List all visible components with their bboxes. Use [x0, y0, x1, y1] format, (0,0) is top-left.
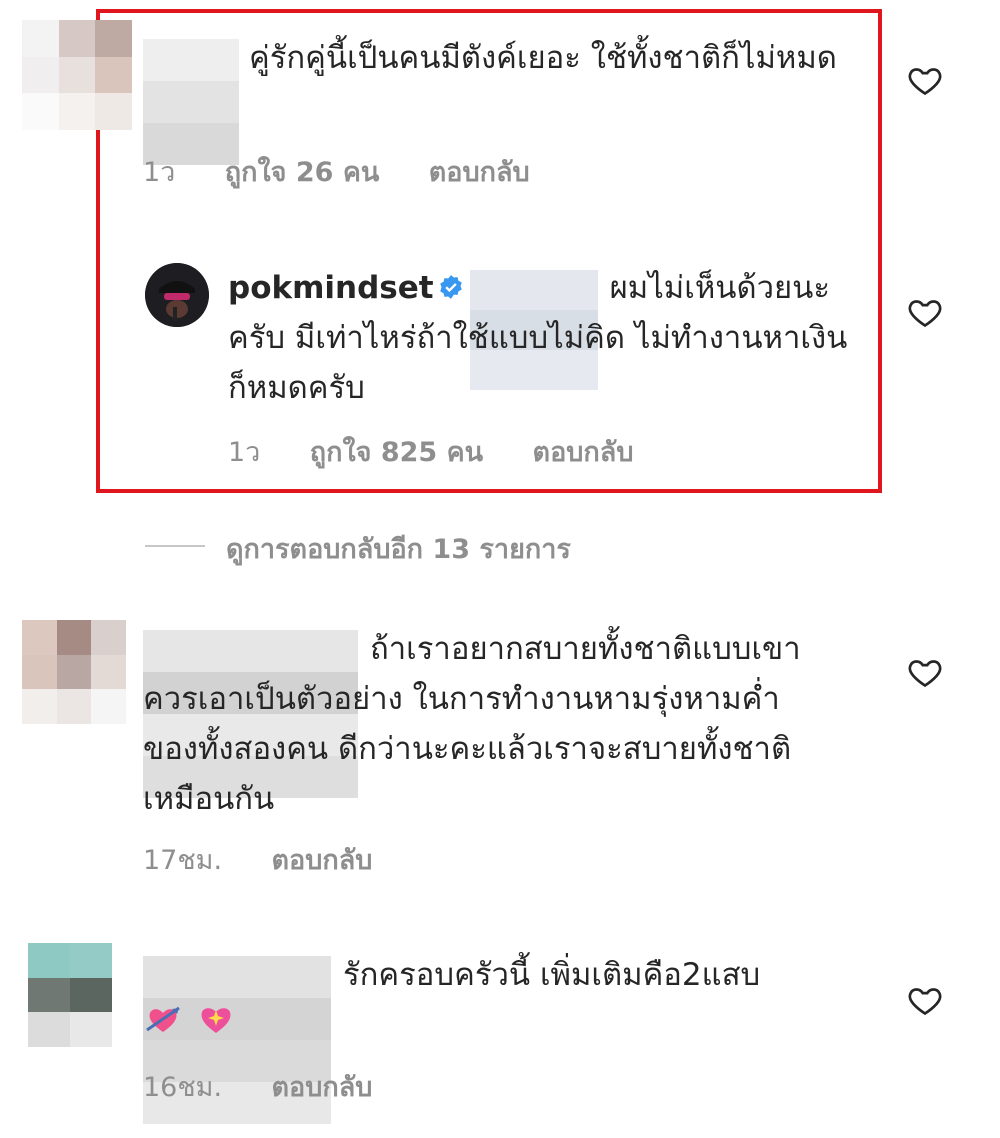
view-more-replies-link[interactable]: ดูการตอบกลับอีก 13 รายการ — [226, 527, 571, 570]
reply-meta: 1ว ถูกใจ 825 คน ตอบกลับ — [228, 430, 633, 473]
blurred-username[interactable] — [143, 38, 239, 165]
blurred-username[interactable] — [143, 629, 358, 798]
heart-outline-icon[interactable] — [906, 294, 944, 330]
comment-text: รักครอบครัวนี้ เพิ่มเติมคือ2แสบ — [343, 957, 761, 993]
comment-body: รักครอบครัวนี้ เพิ่มเติมคือ2แสบ — [143, 950, 843, 1124]
comment-text: คู่รักคู่นี้เป็นคนมีตังค์เยอะ ใช้ทั้งชาต… — [249, 40, 837, 76]
reply-time: 1ว — [228, 437, 261, 468]
heart-outline-icon[interactable] — [906, 62, 944, 98]
reply-button[interactable]: ตอบกลับ — [271, 1072, 372, 1103]
reply-body: pokmindset ผมไม่เห็นด้วยนะครับ มีเท่าไหร… — [228, 263, 848, 413]
likes-count[interactable]: ถูกใจ 26 คน — [225, 157, 380, 188]
avatar[interactable] — [22, 620, 126, 724]
avatar[interactable] — [22, 20, 132, 130]
comment-meta: 1ว ถูกใจ 26 คน ตอบกลับ — [143, 150, 530, 193]
blurred-mention[interactable] — [469, 269, 598, 390]
verified-badge-icon — [438, 265, 464, 299]
comment-meta: 16ชม. ตอบกลับ — [143, 1065, 372, 1108]
view-replies-divider — [145, 545, 205, 547]
reply-button[interactable]: ตอบกลับ — [533, 437, 634, 468]
comment-time: 1ว — [143, 157, 176, 188]
reply-button[interactable]: ตอบกลับ — [429, 157, 530, 188]
username[interactable]: pokmindset — [228, 270, 434, 306]
heart-with-arrow-emoji — [143, 998, 183, 1038]
comment-body: คู่รักคู่นี้เป็นคนมีตังค์เยอะ ใช้ทั้งชาต… — [143, 33, 863, 165]
comment-time: 16ชม. — [143, 1072, 223, 1103]
comment-meta: 17ชม. ตอบกลับ — [143, 838, 372, 881]
heart-outline-icon[interactable] — [906, 982, 944, 1018]
reply-button[interactable]: ตอบกลับ — [271, 845, 372, 876]
blurred-username[interactable] — [143, 955, 331, 1124]
avatar-pokmindset[interactable] — [145, 263, 209, 327]
likes-count[interactable]: ถูกใจ 825 คน — [310, 437, 483, 468]
comment-time: 17ชม. — [143, 845, 223, 876]
emoji-row — [143, 998, 244, 1038]
heart-outline-icon[interactable] — [906, 654, 944, 690]
avatar[interactable] — [28, 943, 112, 1047]
comment-body: ถ้าเราอยากสบายทั้งชาติแบบเขาควรเอาเป็นตั… — [143, 624, 833, 824]
sparkling-heart-emoji — [196, 998, 236, 1038]
